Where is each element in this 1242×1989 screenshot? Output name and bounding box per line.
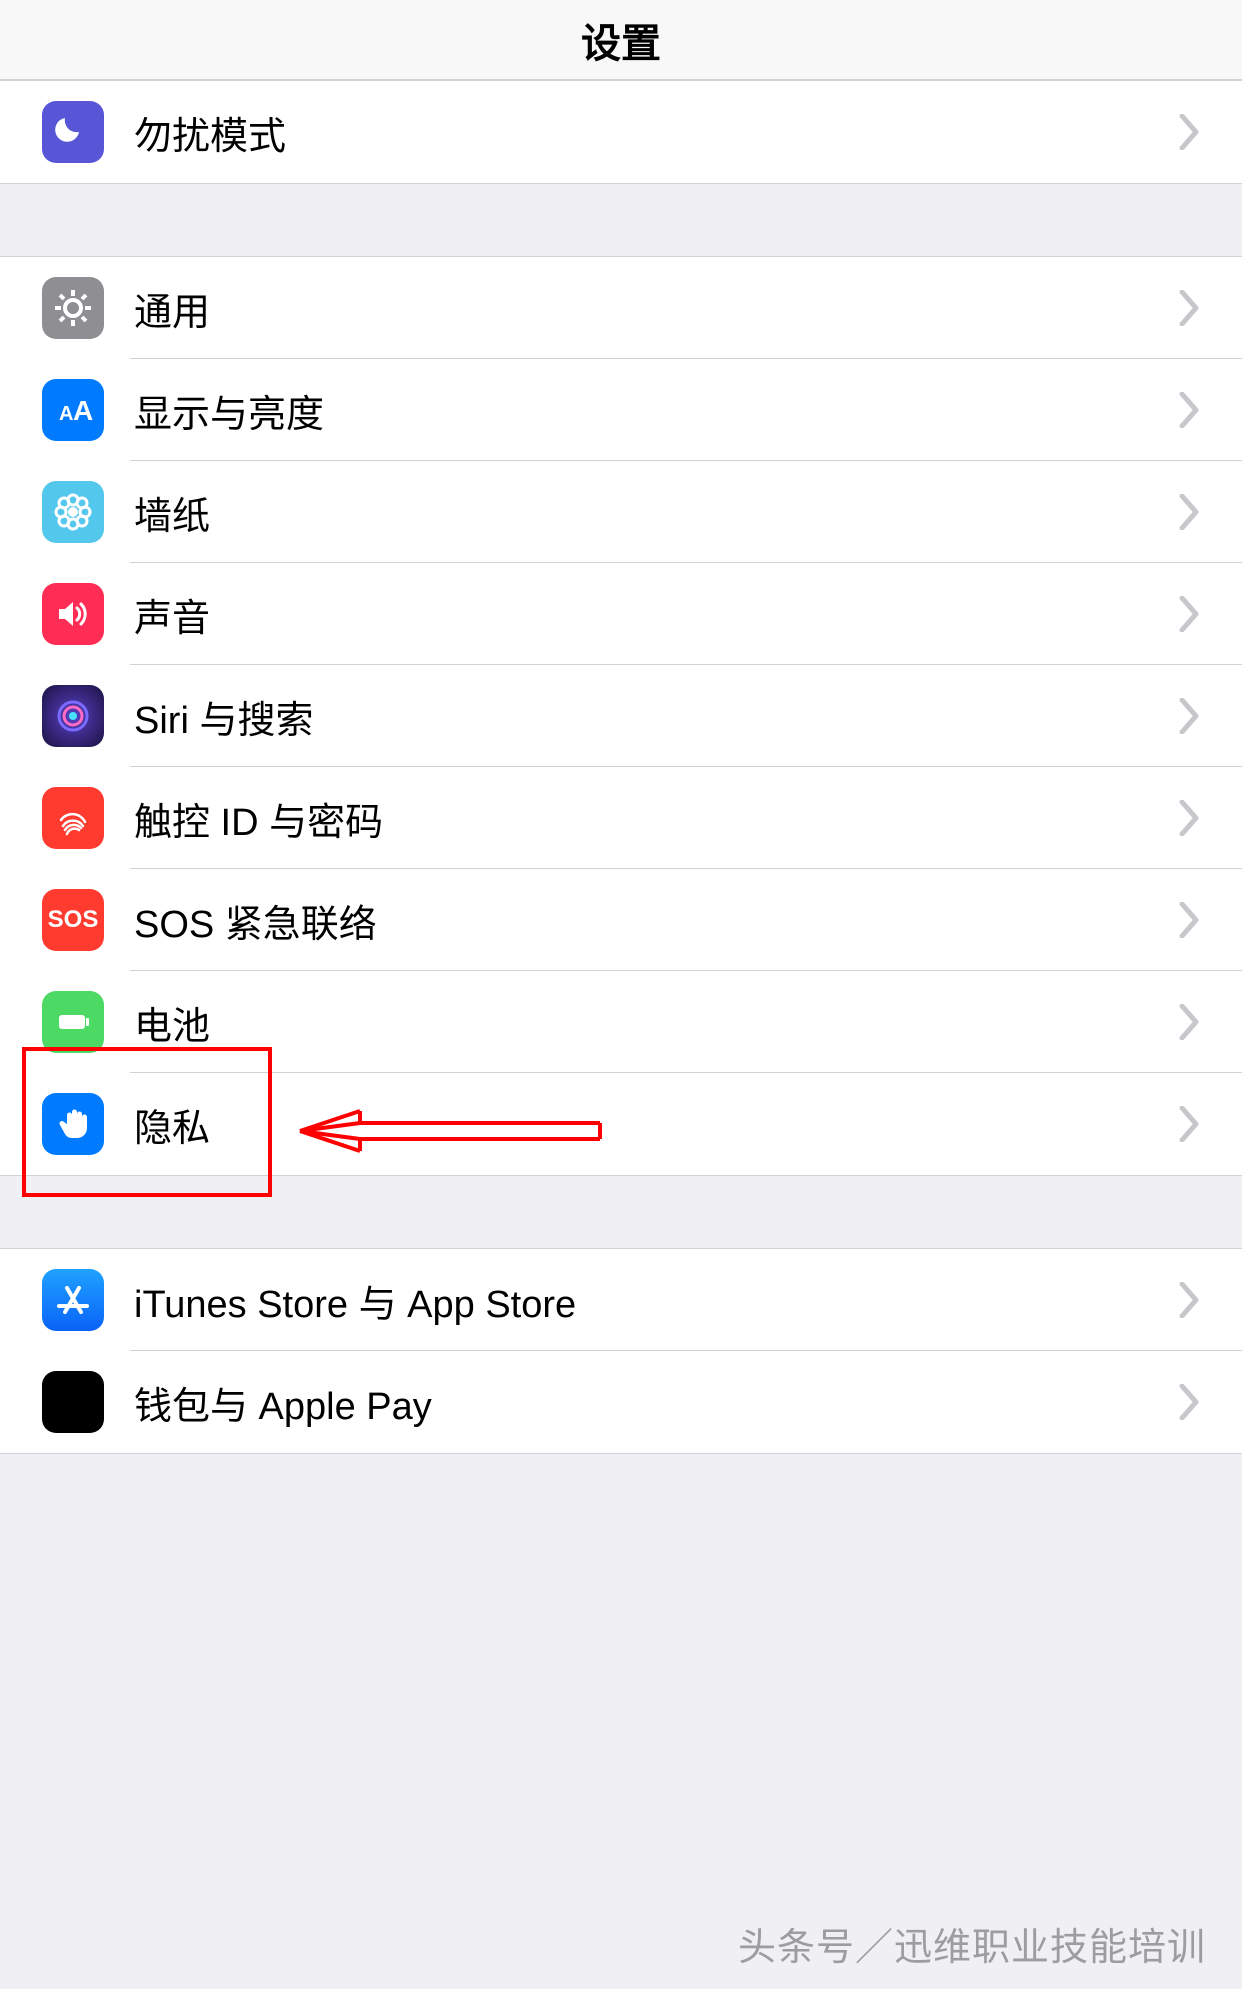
wallet-icon	[42, 1371, 104, 1433]
speaker-icon	[42, 583, 104, 645]
settings-row-label: 声音	[134, 587, 1178, 642]
chevron-right-icon	[1178, 114, 1242, 150]
settings-row-wallet[interactable]: 钱包与 Apple Pay	[0, 1351, 1242, 1453]
fingerprint-icon	[42, 787, 104, 849]
chevron-right-icon	[1178, 290, 1242, 326]
settings-row-privacy[interactable]: 隐私	[0, 1073, 1242, 1175]
settings-row-label: Siri 与搜索	[134, 689, 1178, 744]
sos-icon-text: SOS	[48, 906, 99, 934]
hand-icon	[42, 1093, 104, 1155]
settings-row-display[interactable]: 显示与亮度	[0, 359, 1242, 461]
text-size-icon	[42, 379, 104, 441]
settings-row-label: 通用	[134, 281, 1178, 336]
settings-row-label: 电池	[134, 995, 1178, 1050]
moon-icon	[42, 101, 104, 163]
flower-icon	[42, 481, 104, 543]
chevron-right-icon	[1178, 1106, 1242, 1142]
settings-group: 勿扰模式	[0, 80, 1242, 184]
chevron-right-icon	[1178, 596, 1242, 632]
settings-row-label: SOS 紧急联络	[134, 893, 1178, 948]
siri-icon	[42, 685, 104, 747]
settings-row-sound[interactable]: 声音	[0, 563, 1242, 665]
gear-icon	[42, 277, 104, 339]
settings-row-label: 隐私	[134, 1097, 1178, 1152]
chevron-right-icon	[1178, 494, 1242, 530]
sos-icon: SOS	[42, 889, 104, 951]
settings-row-label: 钱包与 Apple Pay	[134, 1375, 1178, 1430]
settings-row-touchid[interactable]: 触控 ID 与密码	[0, 767, 1242, 869]
chevron-right-icon	[1178, 800, 1242, 836]
chevron-right-icon	[1178, 902, 1242, 938]
page-title: 设置	[0, 0, 1242, 80]
settings-group: 通用显示与亮度墙纸声音 Siri 与搜索触控 ID 与密码 SOS SOS 紧急联络电…	[0, 256, 1242, 1176]
settings-row-appstore[interactable]: iTunes Store 与 App Store	[0, 1249, 1242, 1351]
settings-row-label: iTunes Store 与 App Store	[134, 1273, 1178, 1328]
settings-row-label: 勿扰模式	[134, 105, 1178, 160]
settings-row-battery[interactable]: 电池	[0, 971, 1242, 1073]
battery-icon	[42, 991, 104, 1053]
chevron-right-icon	[1178, 1282, 1242, 1318]
group-spacer	[0, 1176, 1242, 1248]
chevron-right-icon	[1178, 392, 1242, 428]
settings-group: iTunes Store 与 App Store 钱包与 Apple Pay	[0, 1248, 1242, 1454]
watermark-text: 头条号／迅维职业技能培训	[738, 1916, 1206, 1971]
settings-row-siri[interactable]: Siri 与搜索	[0, 665, 1242, 767]
chevron-right-icon	[1178, 698, 1242, 734]
settings-row-dnd[interactable]: 勿扰模式	[0, 81, 1242, 183]
group-spacer	[0, 184, 1242, 256]
settings-row-label: 触控 ID 与密码	[134, 791, 1178, 846]
settings-row-sos[interactable]: SOS SOS 紧急联络	[0, 869, 1242, 971]
settings-row-general[interactable]: 通用	[0, 257, 1242, 359]
chevron-right-icon	[1178, 1004, 1242, 1040]
header-title-text: 设置	[581, 11, 661, 69]
chevron-right-icon	[1178, 1384, 1242, 1420]
settings-row-label: 墙纸	[134, 485, 1178, 540]
settings-row-wallpaper[interactable]: 墙纸	[0, 461, 1242, 563]
appstore-icon	[42, 1269, 104, 1331]
settings-row-label: 显示与亮度	[134, 383, 1178, 438]
